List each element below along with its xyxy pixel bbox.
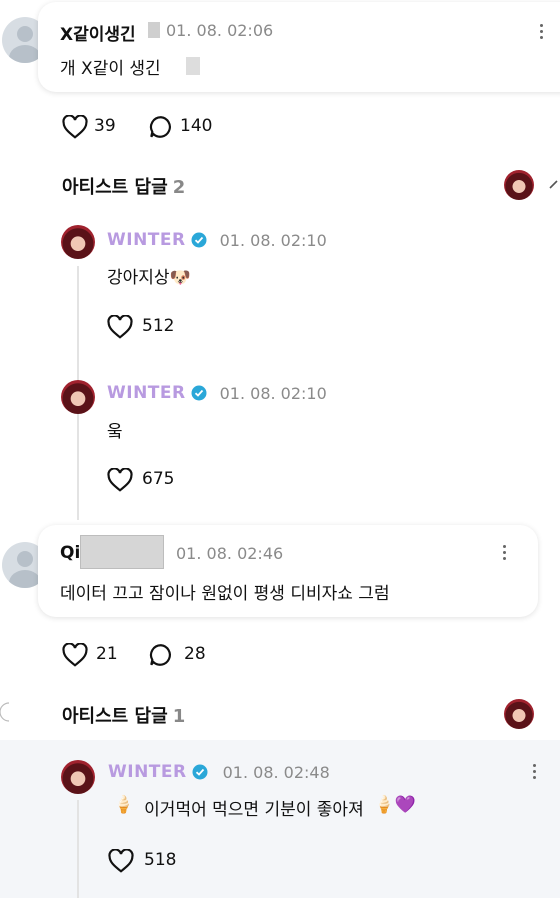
reply-text-row: 강아지상🐶 xyxy=(107,263,191,288)
verified-badge-icon xyxy=(192,764,208,780)
like-button[interactable]: 39 xyxy=(62,114,132,140)
like-count: 512 xyxy=(142,316,175,336)
artist-reply-header: WINTER 01. 08. 02:10 xyxy=(107,383,327,403)
reply-time: 01. 08. 02:10 xyxy=(219,230,327,250)
artist-reply-header: WINTER 01. 08. 02:10 xyxy=(107,230,327,250)
reply-time: 01. 08. 02:10 xyxy=(219,383,327,403)
artist-replies-label: 아티스트 답글 xyxy=(62,706,168,727)
verified-badge-icon xyxy=(191,385,207,401)
artist-name[interactable]: WINTER xyxy=(107,230,186,250)
chevron-up-icon[interactable] xyxy=(548,178,560,192)
artist-avatar[interactable] xyxy=(504,170,534,200)
more-vertical-icon[interactable] xyxy=(503,545,507,563)
like-button[interactable]: 675 xyxy=(107,467,187,493)
blurred-text xyxy=(186,57,200,75)
artist-replies-label: 아티스트 답글 xyxy=(62,177,168,198)
artist-name[interactable]: WINTER xyxy=(107,383,186,403)
reply-count: 28 xyxy=(184,644,206,664)
more-vertical-icon[interactable] xyxy=(540,24,544,42)
blurred-username xyxy=(148,22,160,38)
like-button[interactable]: 512 xyxy=(107,314,187,340)
heart-icon xyxy=(62,643,88,667)
heart-icon xyxy=(62,115,88,139)
comment-username[interactable]: X같이생긴 xyxy=(60,20,136,45)
comment-time: 01. 08. 02:46 xyxy=(176,544,284,563)
artist-name[interactable]: WINTER xyxy=(108,762,187,782)
like-button[interactable]: 518 xyxy=(108,848,188,874)
dog-emoji-icon: 🐶 xyxy=(169,268,191,288)
like-count: 39 xyxy=(94,116,116,136)
heart-icon xyxy=(108,849,134,873)
reply-count: 140 xyxy=(180,116,213,136)
more-vertical-icon[interactable] xyxy=(533,764,537,782)
reply-text-row: 🍦 이거먹어 먹으면 기분이 좋아져 🍦💜 xyxy=(113,795,416,820)
artist-reply-header: WINTER 01. 08. 02:48 xyxy=(108,762,330,782)
artist-replies-count: 1 xyxy=(172,706,186,727)
chevron-left-icon[interactable] xyxy=(0,701,12,723)
heart-icon xyxy=(107,315,133,339)
comment-username[interactable]: Qi xyxy=(60,543,80,563)
artist-avatar[interactable] xyxy=(61,225,95,259)
like-count: 21 xyxy=(96,644,118,664)
artist-replies-header[interactable]: 아티스트 답글 1 xyxy=(62,702,185,728)
reply-text: 이거먹어 먹으면 기분이 좋아져 xyxy=(144,800,364,820)
ice-cream-emoji-icon: 🍦 xyxy=(113,795,135,815)
artist-replies-header[interactable]: 아티스트 답글 2 xyxy=(62,173,185,199)
artist-avatar[interactable] xyxy=(61,760,95,794)
reply-button[interactable]: 140 xyxy=(148,114,228,140)
like-count: 675 xyxy=(142,469,175,489)
comment-text: 개 X같이 생긴 xyxy=(60,59,161,79)
reply-text: 강아지상 xyxy=(107,268,170,288)
artist-avatar[interactable] xyxy=(61,380,95,414)
comment-icon xyxy=(149,116,171,138)
comment-time: 01. 08. 02:06 xyxy=(166,21,274,40)
artist-avatar[interactable] xyxy=(504,699,534,729)
thread-line xyxy=(77,800,79,898)
verified-badge-icon xyxy=(191,232,207,248)
like-count: 518 xyxy=(144,850,177,870)
reply-time: 01. 08. 02:48 xyxy=(222,762,330,782)
comment-icon xyxy=(149,644,171,666)
ice-cream-heart-emoji-icon: 🍦💜 xyxy=(373,795,417,815)
blurred-username xyxy=(80,535,164,569)
reply-text: 웈 xyxy=(107,422,123,442)
reply-button[interactable]: 28 xyxy=(148,642,228,668)
comment-text: 데이터 끄고 잠이나 원없이 평생 디비자쇼 그럼 xyxy=(60,584,390,604)
comment-bubble: X같이생긴 01. 08. 02:06 개 X같이 생긴 xyxy=(38,2,560,92)
heart-icon xyxy=(107,468,133,492)
like-button[interactable]: 21 xyxy=(62,642,132,668)
comment-bubble: Qi 01. 08. 02:46 데이터 끄고 잠이나 원없이 평생 디비자쇼 … xyxy=(38,525,538,617)
artist-replies-count: 2 xyxy=(172,177,186,198)
